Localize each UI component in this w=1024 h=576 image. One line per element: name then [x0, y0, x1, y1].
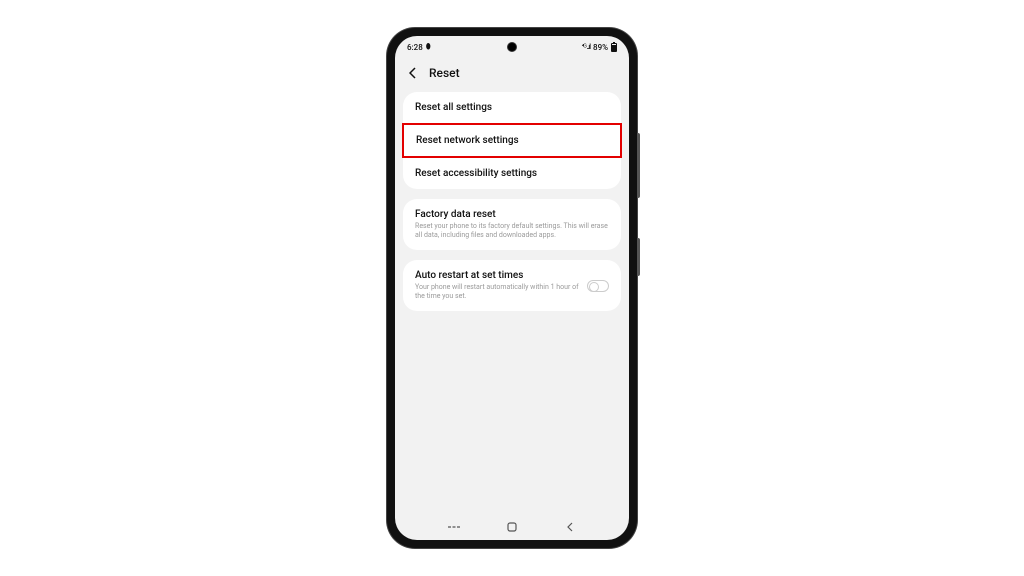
volume-button [637, 133, 640, 198]
camera-notch [507, 42, 517, 52]
nav-bar [395, 514, 629, 540]
factory-data-reset[interactable]: Factory data reset Reset your phone to i… [403, 199, 621, 250]
recording-icon: ⬮ [426, 42, 431, 52]
status-time: 6:28 [407, 43, 423, 52]
back-nav-button[interactable] [563, 520, 577, 534]
signal-icon: ⁴ᴳ ..ıl [582, 43, 590, 51]
header: Reset [395, 58, 629, 88]
reset-all-settings[interactable]: Reset all settings [403, 92, 621, 123]
auto-restart-title: Auto restart at set times [415, 270, 579, 281]
battery-icon [611, 43, 617, 52]
factory-reset-card: Factory data reset Reset your phone to i… [403, 199, 621, 250]
screen: 6:28 ⬮ ⁴ᴳ ..ıl 89% Reset Reset all setti… [395, 36, 629, 540]
content: Reset all settings Reset network setting… [395, 88, 629, 514]
power-button [637, 238, 640, 276]
factory-reset-desc: Reset your phone to its factory default … [415, 222, 609, 240]
reset-network-settings[interactable]: Reset network settings [402, 123, 622, 158]
recent-apps-button[interactable] [447, 520, 461, 534]
phone-frame: 6:28 ⬮ ⁴ᴳ ..ıl 89% Reset Reset all setti… [387, 28, 637, 548]
battery-percent: 89% [593, 43, 608, 52]
back-button[interactable] [407, 67, 419, 79]
factory-reset-title: Factory data reset [415, 209, 609, 220]
auto-restart-toggle[interactable] [587, 280, 609, 292]
auto-restart-desc: Your phone will restart automatically wi… [415, 283, 579, 301]
page-title: Reset [429, 66, 460, 80]
auto-restart-item[interactable]: Auto restart at set times Your phone wil… [403, 260, 621, 311]
reset-options-card: Reset all settings Reset network setting… [403, 92, 621, 189]
reset-accessibility-settings[interactable]: Reset accessibility settings [403, 158, 621, 189]
auto-restart-card: Auto restart at set times Your phone wil… [403, 260, 621, 311]
home-button[interactable] [505, 520, 519, 534]
